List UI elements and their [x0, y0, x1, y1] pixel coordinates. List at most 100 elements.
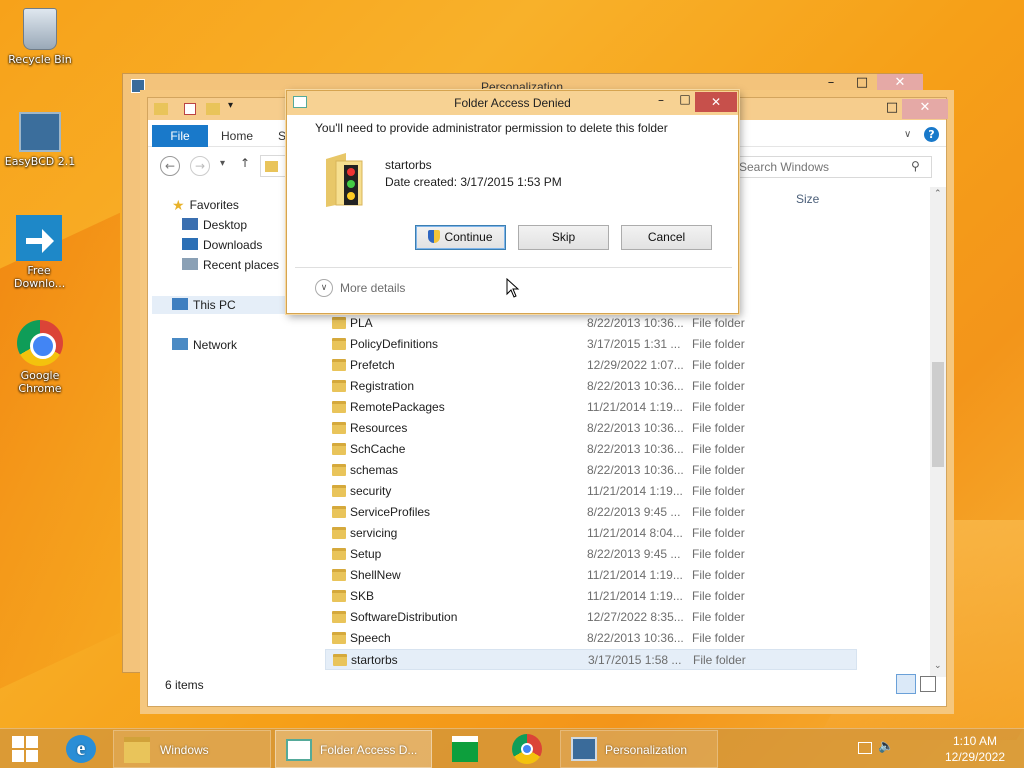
close-button[interactable]: ✕ [902, 99, 948, 119]
table-row[interactable]: servicing 11/21/2014 8:04... File folder [325, 523, 857, 544]
table-row[interactable]: SKB 11/21/2014 1:19... File folder [325, 586, 857, 607]
nav-item-downloads[interactable]: Downloads [182, 236, 262, 254]
table-row[interactable]: Setup 8/22/2013 9:45 ... File folder [325, 544, 857, 565]
row-date-modified: 11/21/2014 1:19... [587, 568, 683, 582]
skip-button[interactable]: Skip [518, 225, 609, 250]
recent-locations-icon[interactable]: ▾ [220, 158, 225, 169]
row-type: File folder [692, 337, 745, 351]
taskbar-windows-explorer[interactable]: Windows [113, 730, 271, 768]
new-folder-icon[interactable] [206, 103, 220, 115]
more-details-link[interactable]: More details [340, 281, 405, 295]
nav-item-desktop[interactable]: Desktop [182, 216, 247, 234]
table-row[interactable]: Speech 8/22/2013 10:36... File folder [325, 628, 857, 649]
maximize-button[interactable]: □ [675, 92, 695, 106]
row-name: schemas [350, 463, 399, 477]
scroll-down-icon[interactable]: ⌄ [934, 661, 942, 671]
row-type: File folder [692, 505, 745, 519]
folder-icon [154, 103, 168, 115]
star-icon: ★ [172, 197, 185, 213]
row-date-modified: 11/21/2014 1:19... [587, 400, 683, 414]
nav-item-favorites[interactable]: ★ Favorites [172, 196, 239, 214]
close-button[interactable]: ✕ [877, 74, 923, 94]
large-icons-view-icon[interactable] [920, 676, 936, 692]
row-name: PLA [350, 316, 373, 330]
table-row[interactable]: RemotePackages 11/21/2014 1:19... File fol… [325, 397, 857, 418]
download-arrow-icon [16, 215, 62, 261]
folder-icon [332, 317, 346, 329]
table-row[interactable]: PLA 8/22/2013 10:36... File folder [325, 313, 857, 334]
nav-label: Desktop [203, 218, 248, 232]
start-button[interactable] [4, 730, 46, 768]
taskbar-personalization[interactable]: Personalization [560, 730, 718, 768]
row-date-modified: 3/17/2015 1:58 ... [588, 653, 682, 667]
chevron-down-icon[interactable]: ∨ [904, 129, 911, 140]
taskbar-internet-explorer[interactable]: e [56, 730, 106, 768]
table-row[interactable]: Registration 8/22/2013 10:36... File folde… [325, 376, 857, 397]
downloads-icon [182, 238, 198, 250]
back-arrow-icon[interactable]: ← [160, 156, 180, 176]
folder-icon [332, 422, 346, 434]
properties-icon[interactable] [184, 103, 196, 115]
search-input[interactable] [739, 160, 899, 174]
row-name: SoftwareDistribution [350, 610, 458, 624]
expand-details-icon[interactable]: ∨ [315, 279, 333, 297]
table-row[interactable]: SoftwareDistribution 12/27/2022 8:35... Fi… [325, 607, 857, 628]
tab-home[interactable]: Home [221, 129, 253, 143]
table-row[interactable]: ShellNew 11/21/2014 1:19... File folder [325, 565, 857, 586]
folder-icon [332, 443, 346, 455]
minimize-button[interactable]: – [817, 74, 845, 94]
network-icon[interactable] [858, 742, 872, 754]
row-type: File folder [692, 526, 745, 540]
row-name: ServiceProfiles [350, 505, 431, 519]
desktop-icon-chrome[interactable]: Google Chrome [0, 320, 80, 395]
details-view-icon[interactable] [896, 674, 916, 694]
tab-file[interactable]: File [152, 125, 208, 147]
search-box[interactable]: ⚲ [732, 156, 932, 178]
table-row[interactable]: ServiceProfiles 8/22/2013 9:45 ... File fo… [325, 502, 857, 523]
status-item-count: 6 items [165, 678, 204, 692]
row-type: File folder [692, 610, 745, 624]
table-row[interactable]: SchCache 8/22/2013 10:36... File folder [325, 439, 857, 460]
taskbar-store[interactable] [440, 730, 488, 768]
taskbar-folder-access-dialog[interactable]: Folder Access D... [275, 730, 432, 768]
nav-item-network[interactable]: Network [172, 336, 237, 354]
help-icon[interactable]: ? [924, 127, 939, 142]
desktop-icon-free-download[interactable]: Free Downlo... [0, 215, 78, 290]
continue-button[interactable]: Continue [415, 225, 506, 250]
folder-icon [332, 611, 346, 623]
desktop-icon-recycle-bin[interactable]: Recycle Bin [0, 8, 80, 66]
desktop-icon-easybcd[interactable]: EasyBCD 2.1 [0, 112, 80, 168]
minimize-button[interactable]: – [651, 93, 671, 107]
row-name: Setup [350, 547, 382, 561]
table-row[interactable]: Prefetch 12/29/2022 1:07... File folder [325, 355, 857, 376]
close-button[interactable]: ✕ [695, 92, 737, 112]
maximize-button[interactable]: □ [848, 74, 876, 94]
table-row[interactable]: security 11/21/2014 1:19... File folder [325, 481, 857, 502]
tab-share[interactable]: S [278, 129, 286, 143]
taskbar-chrome[interactable] [502, 730, 552, 768]
chevron-down-icon[interactable]: ▾ [228, 100, 233, 111]
dialog-body: You'll need to provide administrator per… [295, 115, 732, 305]
table-row[interactable]: schemas 8/22/2013 10:36... File folder [325, 460, 857, 481]
vertical-scrollbar[interactable]: ⌃ ⌄ [930, 187, 946, 677]
volume-icon[interactable]: 🔈 [878, 739, 894, 754]
up-arrow-icon[interactable]: ↑ [240, 156, 250, 170]
nav-item-recent-places[interactable]: Recent places [182, 256, 279, 274]
dialog-message: You'll need to provide administrator per… [315, 121, 668, 135]
search-icon[interactable]: ⚲ [911, 159, 920, 173]
row-date-modified: 8/22/2013 10:36... [587, 631, 684, 645]
row-date-modified: 8/22/2013 10:36... [587, 379, 684, 393]
cancel-button[interactable]: Cancel [621, 225, 712, 250]
folder-icon [124, 737, 150, 763]
table-row[interactable]: Resources 8/22/2013 10:36... File folder [325, 418, 857, 439]
row-date-modified: 11/21/2014 8:04... [587, 526, 683, 540]
table-row[interactable]: startorbs 3/17/2015 1:58 ... File folder [325, 649, 857, 670]
scroll-up-icon[interactable]: ⌃ [934, 189, 942, 199]
table-row[interactable]: PolicyDefinitions 3/17/2015 1:31 ... File … [325, 334, 857, 355]
column-header-size[interactable]: Size [796, 192, 819, 206]
forward-arrow-icon[interactable]: → [190, 156, 210, 176]
chrome-icon [512, 734, 542, 764]
scrollbar-thumb[interactable] [932, 362, 944, 467]
system-clock[interactable]: 1:10 AM 12/29/2022 [930, 733, 1020, 765]
desktop-icon-label: EasyBCD 2.1 [4, 155, 76, 168]
